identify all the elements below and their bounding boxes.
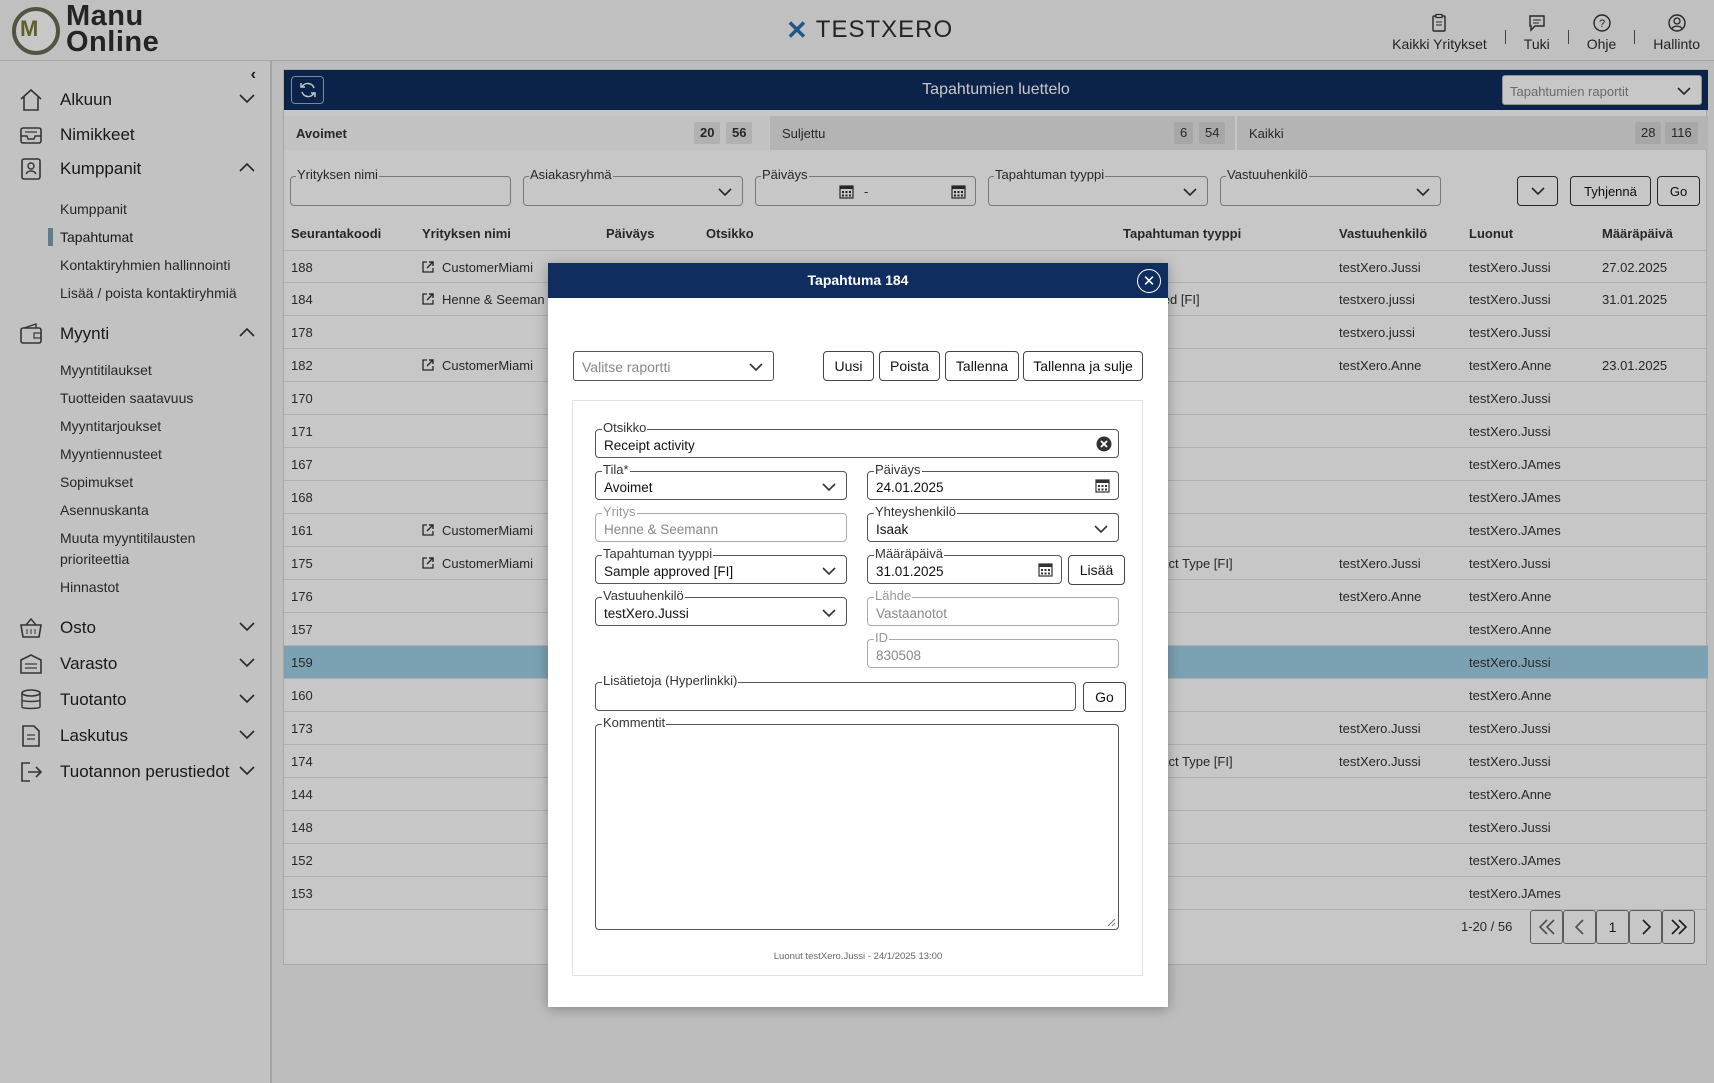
chevron-down-icon xyxy=(822,609,836,618)
field-label: Lisätietoja (Hyperlinkki) xyxy=(602,673,739,688)
event-detail-dialog: Tapahtuma 184 ✕ Valitse raportti Uusi Po… xyxy=(548,263,1168,1007)
close-dialog-button[interactable]: ✕ xyxy=(1137,269,1161,293)
calendar-icon[interactable] xyxy=(1095,478,1110,493)
calendar-icon[interactable] xyxy=(1038,562,1053,577)
field-label: Otsikko xyxy=(602,420,648,435)
report-placeholder: Valitse raportti xyxy=(582,359,671,375)
chevron-down-icon xyxy=(822,483,836,492)
responsible-select[interactable]: Vastuuhenkilö testXero.Jussi xyxy=(595,589,847,626)
field-label: Päiväys xyxy=(874,462,922,477)
field-value: Henne & Seemann xyxy=(604,522,719,537)
field-label: Kommentit xyxy=(602,715,667,730)
field-label: Yritys xyxy=(602,504,637,519)
field-label: Tapahtuman tyyppi xyxy=(602,546,714,561)
chevron-down-icon xyxy=(1094,525,1108,534)
save-and-close-button[interactable]: Tallenna ja sulje xyxy=(1023,351,1143,381)
event-type-select[interactable]: Tapahtuman tyyppi Sample approved [FI] xyxy=(595,547,847,584)
close-icon: ✕ xyxy=(1142,273,1156,290)
field-label: Tila* xyxy=(602,462,630,477)
new-button[interactable]: Uusi xyxy=(823,351,874,381)
due-date-field[interactable]: Määräpäivä 31.01.2025 xyxy=(867,547,1062,584)
delete-button[interactable]: Poista xyxy=(879,351,940,381)
company-field: Yritys Henne & Seemann xyxy=(595,505,847,542)
field-value: 31.01.2025 xyxy=(876,564,944,579)
add-due-date-button[interactable]: Lisää xyxy=(1068,555,1125,585)
contact-select[interactable]: Yhteyshenkilö Isaak xyxy=(867,505,1119,542)
source-field: Lähde Vastaanotot xyxy=(867,589,1119,626)
dialog-title: Tapahtuma 184 xyxy=(807,272,909,288)
field-label: Määräpäivä xyxy=(874,546,944,561)
field-value: testXero.Jussi xyxy=(604,606,689,621)
field-label: Lähde xyxy=(874,588,913,603)
field-value: Avoimet xyxy=(604,480,653,495)
select-report-dropdown[interactable]: Valitse raportti xyxy=(573,351,774,381)
date-field[interactable]: Päiväys 24.01.2025 xyxy=(867,463,1119,500)
field-value: Isaak xyxy=(876,522,909,537)
comments-textarea[interactable]: Kommentit xyxy=(595,716,1119,930)
subject-field[interactable]: Otsikko Receipt activity xyxy=(595,421,1119,458)
status-select[interactable]: Tila* Avoimet xyxy=(595,463,847,500)
field-value: Sample approved [FI] xyxy=(604,564,734,579)
field-label: Yhteyshenkilö xyxy=(874,504,957,519)
field-label: Vastuuhenkilö xyxy=(602,588,685,603)
id-field: ID 830508 xyxy=(867,631,1119,668)
field-value: 830508 xyxy=(876,648,922,663)
created-info: Luonut testXero.Jussi - 24/1/2025 13:00 xyxy=(773,951,943,962)
dialog-header: Tapahtuma 184 ✕ xyxy=(548,263,1168,298)
field-label: ID xyxy=(874,630,889,645)
resize-handle-icon[interactable] xyxy=(1106,917,1116,927)
clear-icon[interactable] xyxy=(1096,436,1112,452)
chevron-down-icon xyxy=(749,363,763,372)
field-value: 24.01.2025 xyxy=(876,480,944,495)
save-button[interactable]: Tallenna xyxy=(945,351,1019,381)
hyperlink-field[interactable]: Lisätietoja (Hyperlinkki) xyxy=(595,674,1076,711)
field-value: Vastaanotot xyxy=(876,606,948,621)
open-hyperlink-button[interactable]: Go xyxy=(1083,682,1126,712)
chevron-down-icon xyxy=(822,567,836,576)
field-value: Receipt activity xyxy=(604,438,695,453)
